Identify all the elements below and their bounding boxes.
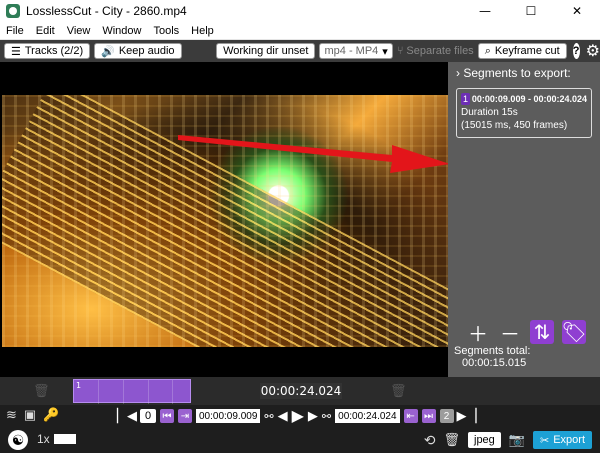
image-icon[interactable]: ▣ [24, 407, 36, 423]
format-value: mp4 - MP4 [324, 45, 379, 57]
gear-icon[interactable]: ⚙ [586, 41, 600, 61]
timeline[interactable]: 🗑 1 00:00:24.024 🗑 [0, 377, 600, 405]
jump-start-control: ▏◀ 0 ⏮ ⇥ 00:00:09.009 ⚯ ◀ ▶ ▶ ⚯ 00:00:24… [117, 407, 477, 425]
format-select[interactable]: mp4 - MP4 ▾ [319, 43, 393, 59]
keyframe-cut-label: Keyframe cut [494, 45, 560, 57]
speed-label: 1x [37, 432, 50, 446]
scissors-icon: ✂ [539, 434, 550, 447]
segments-total-label: Segments total: [454, 345, 531, 357]
segment-number: 1 [461, 93, 470, 105]
segment-duration: Duration 15s [461, 107, 518, 118]
menu-tools[interactable]: Tools [147, 25, 185, 37]
link-icon[interactable]: ⚯ [264, 410, 273, 423]
rotate-icon[interactable]: ⟲ [424, 432, 436, 449]
minimize-button[interactable]: — [462, 0, 508, 22]
list-icon: ☰ [11, 45, 21, 58]
remove-segment-button[interactable]: － [498, 320, 522, 346]
left-tool-icons: ≋ ▣ 🔑 [6, 407, 59, 423]
timeline-frame-divider [172, 380, 173, 404]
segments-total: Segments total: 00:00:15.015 [454, 345, 600, 369]
annotation-arrow-icon [178, 135, 450, 173]
segment-time-range: 00:00:09.009 - 00:00:24.024 [471, 94, 587, 104]
separate-files-toggle[interactable]: ⑂ Separate files [397, 45, 474, 57]
yin-yang-icon[interactable]: ☯ [8, 430, 28, 450]
export-label: Export [553, 434, 585, 446]
speed-select[interactable] [54, 434, 76, 444]
segment-card[interactable]: 1 00:00:09.009 - 00:00:24.024 Duration 1… [456, 88, 592, 138]
separate-files-label: Separate files [406, 45, 474, 57]
menu-bar: File Edit View Window Tools Help [0, 22, 600, 40]
export-button[interactable]: ✂ Export [532, 431, 592, 449]
next-cut-button[interactable]: ⏭ [421, 409, 436, 423]
footer-actions: ⟲ 🗑 jpeg 📷 ✂ Export [424, 431, 592, 449]
sort-segments-button[interactable]: ⇅ [530, 320, 554, 344]
segments-panel: › Segments to export: 1 00:00:09.009 - 0… [448, 62, 600, 377]
tracks-label: Tracks (2/2) [24, 45, 84, 57]
menu-help[interactable]: Help [185, 25, 220, 37]
keep-audio-label: Keep audio [118, 45, 175, 57]
end-time-field[interactable]: 00:00:24.024 [335, 409, 400, 423]
camera-icon[interactable]: 📷 [509, 432, 525, 448]
keep-audio-button[interactable]: 🔊 Keep audio [94, 43, 182, 59]
set-start-button[interactable]: ⇥ [178, 409, 192, 423]
timeline-frame-divider [148, 380, 149, 404]
step-backward-icon[interactable]: ▏◀ [117, 408, 137, 424]
keyframe-cut-button[interactable]: ⌕ Keyframe cut [477, 43, 567, 59]
footer-bar: ☯ 1x ⟲ 🗑 jpeg 📷 ✂ Export [0, 427, 600, 453]
window-title: LosslessCut - City - 2860.mp4 [26, 4, 187, 18]
segment-header: 1 00:00:09.009 - 00:00:24.024 [461, 93, 587, 105]
close-button[interactable]: ✕ [554, 0, 600, 22]
segment-details: (15015 ms, 450 frames) [461, 120, 568, 131]
start-time-field[interactable]: 00:00:09.009 [196, 409, 261, 423]
help-button[interactable]: ? [572, 43, 580, 59]
link-icon[interactable]: ⚯ [322, 410, 331, 423]
trash-icon[interactable]: 🗑 [390, 384, 407, 399]
previous-frame-icon[interactable]: ◀ [278, 408, 288, 424]
top-toolbar: ☰ Tracks (2/2) 🔊 Keep audio Working dir … [0, 40, 600, 62]
timeline-frame-divider [98, 380, 99, 404]
segments-total-value: 00:00:15.015 [462, 357, 527, 369]
tracks-button[interactable]: ☰ Tracks (2/2) [4, 43, 91, 59]
step-forward-icon[interactable]: ▶▕ [457, 408, 477, 424]
jpeg-button[interactable]: jpeg [468, 432, 501, 448]
playback-controls: ≋ ▣ 🔑 ▏◀ 0 ⏮ ⇥ 00:00:09.009 ⚯ ◀ ▶ ▶ ⚯ 00… [0, 405, 600, 427]
current-time-display: 00:00:24.024 [260, 383, 342, 399]
next-frame-icon[interactable]: ▶ [308, 408, 318, 424]
end-index: 2 [439, 409, 454, 423]
speaker-icon: 🔊 [101, 45, 115, 58]
trash-icon[interactable]: 🗑 [33, 384, 50, 399]
video-player[interactable]: 🔇 [0, 62, 450, 425]
key-icon: ⌕ [484, 44, 491, 57]
timeline-segment-label: 1 [76, 381, 82, 390]
timeline-frame-divider [123, 380, 124, 404]
menu-edit[interactable]: Edit [30, 25, 61, 37]
maximize-button[interactable]: ☐ [508, 0, 554, 22]
segment-actions: ＋ － ⇅ 🏷 [466, 320, 587, 346]
menu-file[interactable]: File [0, 25, 30, 37]
waveform-icon[interactable]: ≋ [6, 407, 17, 423]
set-end-button[interactable]: ⇤ [403, 409, 418, 423]
window-title-bar: LosslessCut - City - 2860.mp4 — ☐ ✕ [0, 0, 600, 22]
working-dir-button[interactable]: Working dir unset [216, 43, 316, 59]
menu-window[interactable]: Window [96, 25, 147, 37]
segments-title: › Segments to export: [456, 66, 571, 80]
menu-view[interactable]: View [61, 25, 97, 37]
merge-icon: ⑂ [396, 45, 404, 57]
trash-icon[interactable]: 🗑 [443, 432, 460, 448]
timeline-segment[interactable]: 1 [73, 379, 191, 404]
play-icon[interactable]: ▶ [292, 406, 304, 426]
app-icon [6, 4, 20, 18]
start-index: 0 [140, 409, 156, 423]
tag-segment-button[interactable]: 🏷 [561, 320, 587, 344]
chevron-down-icon: ▾ [382, 45, 388, 58]
key-icon[interactable]: 🔑 [43, 407, 59, 423]
previous-cut-button[interactable]: ⏮ [160, 409, 174, 423]
add-segment-button[interactable]: ＋ [466, 320, 490, 346]
